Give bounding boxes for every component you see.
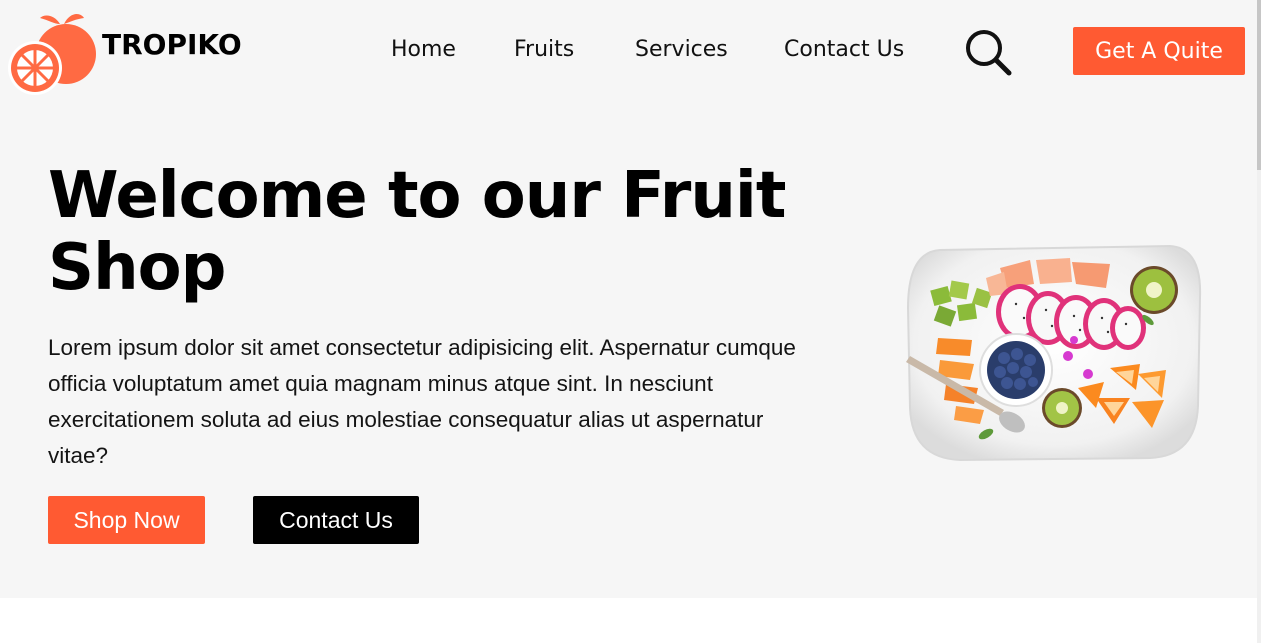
get-a-quote-button[interactable]: Get A Quite bbox=[1073, 27, 1245, 75]
contact-us-button[interactable]: Contact Us bbox=[253, 496, 419, 544]
shop-now-button[interactable]: Shop Now bbox=[48, 496, 205, 544]
brand-name[interactable]: TROPIKO bbox=[102, 28, 242, 61]
nav-home[interactable]: Home bbox=[391, 37, 456, 62]
orange-fruit-icon[interactable] bbox=[4, 6, 98, 96]
scrollbar[interactable] bbox=[1257, 0, 1261, 643]
search-icon[interactable] bbox=[962, 26, 1014, 78]
nav-services[interactable]: Services bbox=[635, 37, 728, 62]
hero-description: Lorem ipsum dolor sit amet consectetur a… bbox=[48, 335, 796, 468]
fruit-platter-image bbox=[906, 244, 1202, 462]
nav-contact-us[interactable]: Contact Us bbox=[784, 37, 904, 62]
scrollbar-thumb[interactable] bbox=[1257, 0, 1261, 170]
nav-fruits[interactable]: Fruits bbox=[514, 37, 574, 62]
hero-title: Welcome to our Fruit Shop bbox=[48, 159, 786, 305]
